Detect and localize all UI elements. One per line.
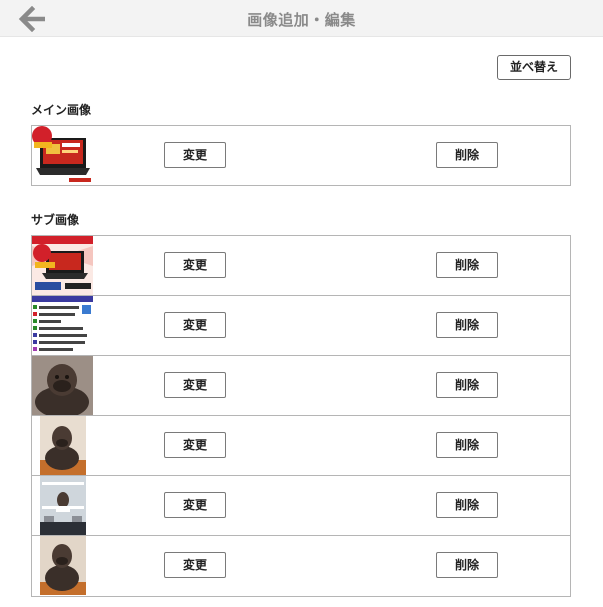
sub-image-row: 変更 削除 bbox=[32, 236, 570, 296]
delete-button[interactable]: 削除 bbox=[436, 432, 498, 458]
change-button[interactable]: 変更 bbox=[164, 492, 226, 518]
laptop-ad-thumbnail bbox=[32, 126, 93, 185]
delete-button[interactable]: 削除 bbox=[436, 492, 498, 518]
main-image-list: 変更 削除 bbox=[31, 125, 571, 186]
main-image-label: メイン画像 bbox=[31, 103, 92, 117]
sub-image-row: 変更 削除 bbox=[32, 416, 570, 476]
change-button[interactable]: 変更 bbox=[164, 432, 226, 458]
delete-button[interactable]: 削除 bbox=[436, 142, 498, 168]
sub-image-label: サブ画像 bbox=[31, 213, 80, 227]
gorilla-figure-thumbnail bbox=[32, 356, 93, 415]
change-button[interactable]: 変更 bbox=[164, 552, 226, 578]
header-bar: 画像追加・編集 bbox=[0, 0, 603, 37]
delete-button[interactable]: 削除 bbox=[436, 372, 498, 398]
gorilla-display-thumbnail bbox=[32, 476, 93, 535]
sub-image-list: 変更 削除 変更 削除 変更 削除 変更 削除 変更 削除 変更 削除 bbox=[31, 235, 571, 597]
sub-image-row: 変更 削除 bbox=[32, 296, 570, 356]
sub-image-row: 変更 削除 bbox=[32, 476, 570, 536]
sub-image-row: 変更 削除 bbox=[32, 536, 570, 596]
delete-button[interactable]: 削除 bbox=[436, 312, 498, 338]
sub-image-row: 変更 削除 bbox=[32, 356, 570, 416]
gorilla-figure-thumbnail bbox=[32, 416, 93, 475]
sort-button[interactable]: 並べ替え bbox=[497, 55, 571, 80]
laptop-banner-thumbnail bbox=[32, 236, 93, 295]
change-button[interactable]: 変更 bbox=[164, 142, 226, 168]
change-button[interactable]: 変更 bbox=[164, 252, 226, 278]
main-image-row: 変更 削除 bbox=[32, 126, 570, 185]
delete-button[interactable]: 削除 bbox=[436, 252, 498, 278]
gorilla-figure-thumbnail bbox=[32, 536, 93, 595]
change-button[interactable]: 変更 bbox=[164, 312, 226, 338]
delete-button[interactable]: 削除 bbox=[436, 552, 498, 578]
spec-list-thumbnail bbox=[32, 296, 93, 355]
page-title: 画像追加・編集 bbox=[247, 11, 356, 29]
change-button[interactable]: 変更 bbox=[164, 372, 226, 398]
